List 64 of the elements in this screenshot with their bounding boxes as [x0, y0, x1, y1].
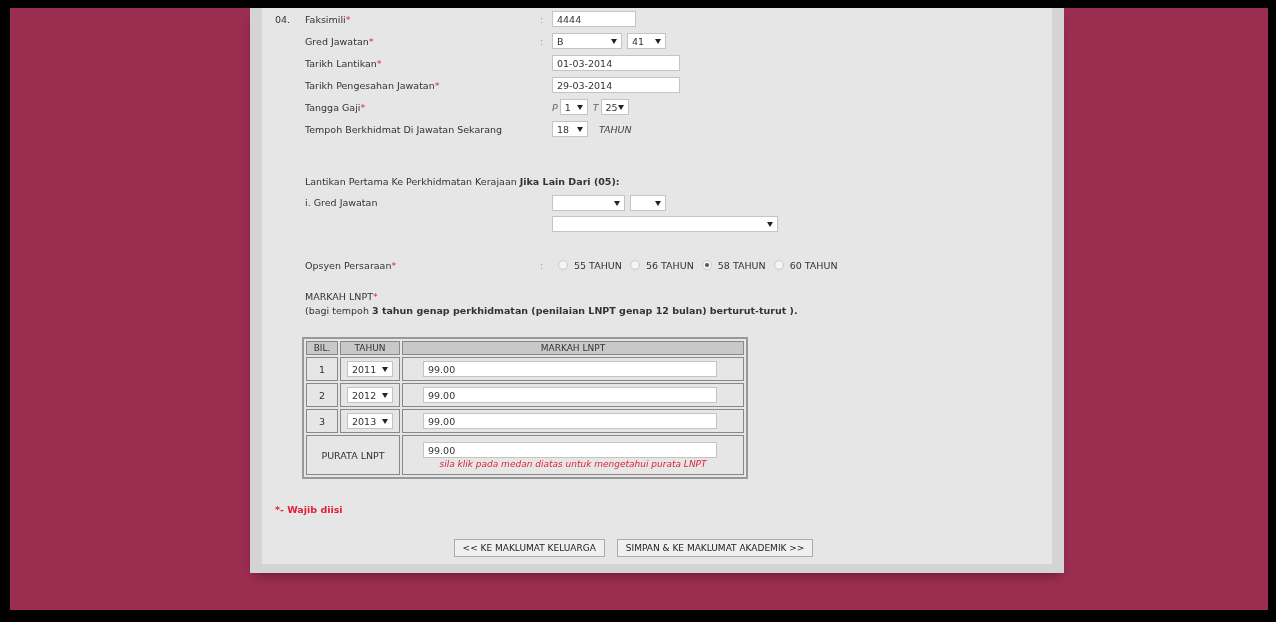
table-cell: 3: [306, 409, 338, 433]
field-label: Gred Jawatan*: [305, 35, 375, 47]
input-field[interactable]: 99.00: [423, 387, 717, 403]
input-field[interactable]: 99.00: [423, 361, 717, 377]
column-header: TAHUN: [340, 341, 400, 355]
option-label: 58 TAHUN: [717, 259, 766, 271]
input-field[interactable]: 29-03-2014: [552, 77, 680, 93]
caret-icon: [614, 200, 620, 206]
dropdown[interactable]: 41: [627, 33, 666, 49]
prefix-label: P: [552, 101, 558, 113]
dropdown[interactable]: [630, 195, 666, 211]
dropdown[interactable]: 2012: [347, 387, 393, 403]
dropdown[interactable]: 25: [600, 99, 629, 115]
radio-button[interactable]: [629, 260, 640, 270]
unit-label: TAHUN: [599, 123, 632, 135]
radio-button[interactable]: [773, 260, 784, 270]
table-cell: 2: [306, 383, 338, 407]
option-label: 60 TAHUN: [789, 259, 838, 271]
hint-text: sila klik pada medan diatas untuk mengetahui purata LNPT: [438, 458, 708, 469]
dropdown[interactable]: 1: [559, 99, 588, 115]
caret-icon: [382, 392, 388, 398]
colon: :: [540, 35, 544, 47]
radio-button[interactable]: [701, 260, 712, 270]
dropdown[interactable]: 2011: [347, 361, 393, 377]
input-field[interactable]: 01-03-2014: [552, 55, 680, 71]
radio-button[interactable]: [558, 260, 568, 270]
required-note: *- Wajib diisi: [275, 504, 344, 515]
nav-button[interactable]: << KE MAKLUMAT KELUARGA: [453, 539, 605, 557]
input-field[interactable]: 4444: [552, 11, 636, 27]
section-number: 04.: [275, 13, 292, 25]
caret-icon: [617, 104, 624, 110]
field-label: Opsyen Persaraan*: [305, 259, 398, 271]
nav-button[interactable]: SIMPAN & KE MAKLUMAT AKADEMIK >>: [616, 539, 814, 557]
field-label: i. Gred Jawatan: [305, 196, 379, 210]
note-text: (bagi tempoh 3 tahun genap perkhidmatan (penilaian LNPT genap 12 bulan) berturut-turut ).: [305, 304, 799, 318]
caret-icon: [382, 366, 388, 372]
column-header: MARKAH LNPT: [402, 341, 744, 355]
prefix-label: T: [592, 101, 599, 113]
field-label: Tarikh Lantikan*: [305, 57, 383, 69]
colon: :: [540, 259, 544, 271]
caret-icon: [576, 104, 583, 110]
dropdown[interactable]: B: [552, 33, 622, 49]
field-label: Faksimili*: [305, 13, 352, 25]
caret-icon: [767, 221, 773, 227]
field-label: Tempoh Berkhidmat Di Jawatan Sekarang: [305, 123, 504, 135]
option-label: 55 TAHUN: [574, 259, 622, 271]
section-heading: Lantikan Pertama Ke Perkhidmatan Kerajaan Jika Lain Dari (05):: [305, 175, 621, 189]
field-label: Tangga Gaji*: [305, 101, 367, 113]
section-title: MARKAH LNPT*: [305, 290, 379, 304]
dropdown[interactable]: 2013: [347, 413, 393, 429]
field-label: Tarikh Pengesahan Jawatan*: [305, 79, 441, 91]
table-cell: 1: [306, 357, 338, 381]
caret-icon: [577, 126, 583, 132]
caret-icon: [655, 38, 661, 44]
input-field[interactable]: 99.00: [423, 413, 717, 429]
dropdown[interactable]: 18: [552, 121, 588, 137]
caret-icon: [382, 418, 388, 424]
input-field[interactable]: 99.00: [423, 441, 717, 458]
option-label: 56 TAHUN: [645, 259, 694, 271]
caret-icon: [655, 200, 661, 206]
caret-icon: [611, 38, 617, 44]
column-header: BIL.: [306, 341, 338, 355]
table-cell: PURATA LNPT: [306, 435, 400, 475]
colon: :: [540, 13, 544, 25]
